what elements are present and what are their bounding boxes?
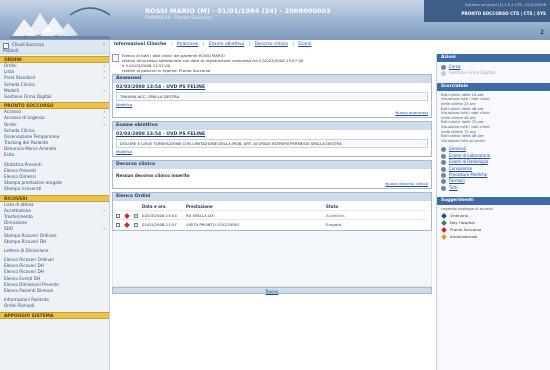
- info-line: relativi ai pazienti in regime: Pronto S…: [122, 68, 211, 73]
- sidebar-item[interactable]: Stampa ricoverati: [0, 186, 109, 192]
- search-icon: [441, 65, 446, 70]
- sidebar-top[interactable]: Chiudi Soccorso Pazienti ›: [0, 40, 109, 54]
- esame-obiettivo-panel: Esame obiettivo 02/03/2008 13:54 - UVD P…: [112, 121, 432, 157]
- new-decorso-link[interactable]: Nuovo decorso clinico: [385, 181, 428, 186]
- esame-header: Esame obiettivo: [113, 122, 431, 130]
- decorso-header: Decorso clinico: [113, 161, 431, 169]
- order-status: Accettata: [326, 212, 345, 218]
- crumb-anamnesi[interactable]: Anamnesi: [177, 42, 199, 47]
- generic-icon: [441, 147, 446, 153]
- crumb-esami[interactable]: Esami: [298, 42, 311, 47]
- left-sidebar: Chiudi Soccorso Pazienti › ORDINI Ordini…: [0, 40, 110, 370]
- anamnesi-entry-text: TRAUMA ACC. SPALLA DESTRA: [116, 92, 428, 101]
- sidebar-item[interactable]: Elenco Pazienti Dimessi: [0, 288, 109, 294]
- ordini-header: Elenco Ordini: [113, 193, 431, 201]
- procedure-icon: [441, 172, 446, 178]
- legend-day-hospital: Day Hospital: [441, 219, 546, 226]
- table-row[interactable]: 02/03/2008 13:54 RX SPALLA DX Accettata: [116, 210, 428, 219]
- esame-entry-title[interactable]: 02/03/2008 13:54 - UVD PS FELINE: [116, 132, 428, 137]
- new-anamnesi-link[interactable]: Nuova anamnesi: [395, 110, 428, 115]
- right-column: Azioni Cerca Gestione Firma Digitale Sco…: [436, 54, 550, 370]
- sidebar-item[interactable]: Ordini Richiedi: [0, 303, 109, 309]
- ordini-empty-area: [112, 231, 432, 287]
- list-icon: [441, 185, 446, 191]
- breadcrumb: Informazioni Cliniche › Anamnesi | Esame…: [114, 42, 312, 47]
- sidebar-top-label[interactable]: Chiudi Soccorso: [12, 42, 44, 47]
- anamnesi-entry-title[interactable]: 02/03/2008 13:54 - UVD PS FELINE: [116, 85, 428, 90]
- crumb-informazioni-cliniche[interactable]: Informazioni Cliniche: [114, 42, 166, 47]
- diamond-icon: [441, 233, 447, 240]
- decorso-clinico-panel: Decorso clinico Nessun decorso clinico i…: [112, 160, 432, 189]
- pill-icon: [441, 179, 446, 185]
- lab-icon: [441, 153, 446, 159]
- main-content: Informazioni Cliniche › Anamnesi | Esame…: [112, 40, 432, 370]
- new-order-link[interactable]: Nuovo: [266, 289, 279, 294]
- diamond-icon: [441, 226, 447, 233]
- section-ricoveri: RICOVERI: [0, 194, 109, 202]
- session-info: Sistema sei guest (1) 1.0.1 CTS - 01/02/…: [424, 0, 550, 22]
- section-pronto-soccorso: PRONTO SOCCORSO: [0, 102, 109, 110]
- signature-icon: [441, 71, 446, 77]
- order-date: 02/03/2008 13:57: [142, 221, 177, 227]
- anamnesi-header: Anamnesi: [113, 75, 431, 83]
- opera-house-logo: [10, 7, 110, 39]
- order-detail-icon[interactable]: [134, 222, 138, 227]
- new-order-bar[interactable]: Nuovo: [112, 287, 432, 294]
- order-prestazione: VISITA PRONTO SOCCORSO: [186, 221, 240, 227]
- azioni-header: Azioni: [437, 54, 550, 62]
- chevron-right-icon[interactable]: ›: [103, 42, 105, 48]
- info-box: Elenco di tutti i dati clinici del pazie…: [112, 51, 432, 73]
- table-row[interactable]: 02/03/2008 13:57 VISITA PRONTO SOCCORSO …: [116, 219, 428, 228]
- crumb-decorso-clinico[interactable]: Decorso clinico: [255, 42, 288, 47]
- suggerimenti-header: Suggerimenti: [437, 197, 550, 206]
- diamond-icon: [441, 212, 447, 219]
- section-ordini: ORDINI: [0, 56, 109, 63]
- row-checkbox[interactable]: [116, 222, 120, 227]
- patient-title: ROSSI MARIO (M) - 01/01/1984 (24) - 2008…: [145, 7, 331, 15]
- legend-ordinario: Ordinario: [441, 212, 546, 219]
- legend-ambulatoriale: Ambulatoriale: [441, 233, 546, 240]
- anamnesi-panel: Anamnesi 02/03/2008 13:54 - UVD PS FELIN…: [112, 74, 432, 118]
- crumb-esame-obiettivo[interactable]: Esame obiettivo: [209, 42, 244, 47]
- sidebar-top-label2[interactable]: Pazienti: [3, 48, 19, 53]
- document-icon: [112, 54, 119, 62]
- consult-icon: [441, 166, 446, 172]
- page-number: 2: [539, 29, 544, 36]
- col-data: Data e ora: [142, 204, 166, 209]
- radiology-icon: [441, 160, 446, 166]
- order-prestazione: RX SPALLA DX: [186, 212, 214, 218]
- sidebar-item[interactable]: Stampa Ricoveri DH: [0, 239, 109, 245]
- patient-subtitle: P00000019 - Pronto Soccorso: [145, 16, 212, 21]
- sidebar-item[interactable]: Gestione Firma Digitali: [0, 94, 109, 100]
- priority-diamond-icon: [124, 221, 130, 228]
- order-detail-icon[interactable]: [134, 213, 138, 218]
- app-header: ROSSI MARIO (M) - 01/01/1984 (24) - 2008…: [0, 0, 550, 40]
- scorciatoie-header: Scorciatoie: [437, 82, 550, 91]
- section-appoggio-sistema: APPOGGIO SISTEMA: [0, 311, 109, 319]
- col-stato: Stato: [326, 204, 339, 209]
- sidebar-item[interactable]: Lettera di Dimissione: [0, 248, 109, 254]
- priority-diamond-icon: [124, 212, 130, 219]
- session-unit[interactable]: PRONTO SOCCORSO CTS | CTS | SYS: [428, 11, 546, 16]
- esame-edit-link[interactable]: Modifica: [116, 149, 428, 154]
- firma-digitale-action[interactable]: Gestione Firma Digitale: [441, 70, 546, 77]
- legend-pronto-soccorso: Pronto Soccorso: [441, 226, 546, 233]
- session-user: Sistema sei guest (1) 1.0.1 CTS - 01/02/…: [465, 3, 546, 7]
- shortcut-tutti[interactable]: Tutti: [441, 185, 546, 191]
- sidebar-item[interactable]: Esito: [0, 152, 109, 158]
- ordini-table-header: Data e ora Prestazione Stato: [116, 203, 428, 210]
- order-status: Erogata: [326, 221, 342, 227]
- order-date: 02/03/2008 13:54: [142, 212, 177, 218]
- ordini-panel: Elenco Ordini Data e ora Prestazione Sta…: [112, 192, 432, 231]
- diamond-icon: [441, 219, 447, 226]
- row-checkbox[interactable]: [116, 213, 120, 218]
- esame-entry-text: DOLORE E LIEVE TUMEFAZIONE CON LIMITAZIO…: [116, 139, 428, 148]
- col-prestazione: Prestazione: [186, 204, 213, 209]
